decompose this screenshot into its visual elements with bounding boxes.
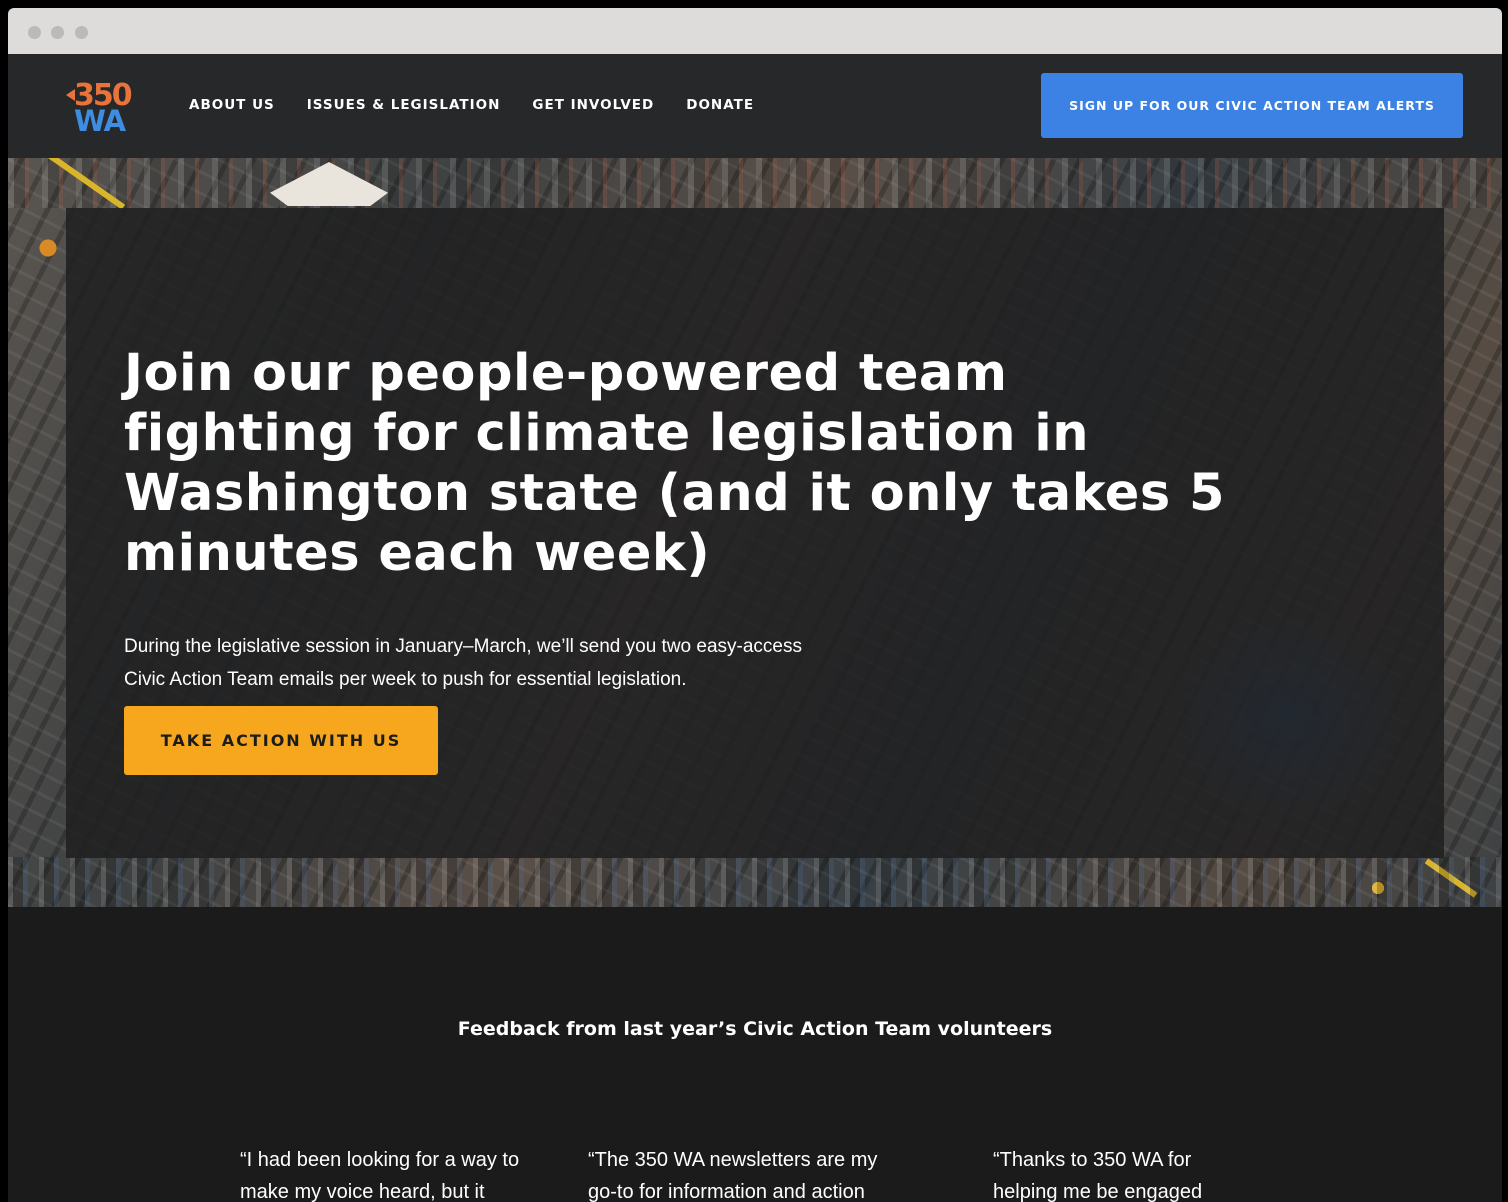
hero-title: Join our people-powered team fighting fo… bbox=[124, 344, 1225, 583]
nav-donate[interactable]: DONATE bbox=[686, 97, 754, 113]
browser-titlebar bbox=[8, 8, 1502, 54]
window-close-dot[interactable] bbox=[28, 26, 41, 39]
logo-state: WA bbox=[74, 104, 126, 138]
hero-overlay-panel: Join our people-powered team fighting fo… bbox=[66, 208, 1444, 858]
hero-description: During the legislative session in Januar… bbox=[124, 636, 802, 690]
hero-section: Join our people-powered team fighting fo… bbox=[8, 158, 1502, 907]
browser-window: 350 WA ABOUT US ISSUES & LEGISLATION GET… bbox=[8, 8, 1502, 1202]
testimonial-quote: “Thanks to 350 WA for helping me be enga… bbox=[993, 1149, 1203, 1202]
feedback-section: Feedback from last year’s Civic Action T… bbox=[8, 907, 1502, 1202]
window-maximize-dot[interactable] bbox=[75, 26, 88, 39]
testimonial-quote: “The 350 WA newsletters are my go-to for… bbox=[588, 1149, 878, 1202]
testimonial-quote: “I had been looking for a way to make my… bbox=[240, 1149, 520, 1202]
take-action-button[interactable]: TAKE ACTION WITH US bbox=[124, 706, 438, 775]
hero-photo-crowd-bottom bbox=[8, 857, 1502, 907]
site-header: 350 WA ABOUT US ISSUES & LEGISLATION GET… bbox=[8, 54, 1502, 158]
nav-get-involved[interactable]: GET INVOLVED bbox=[532, 97, 654, 113]
nav-about-us[interactable]: ABOUT US bbox=[189, 97, 275, 113]
site-logo[interactable]: 350 WA bbox=[66, 78, 140, 138]
window-minimize-dot[interactable] bbox=[51, 26, 64, 39]
nav-issues-legislation[interactable]: ISSUES & LEGISLATION bbox=[307, 97, 501, 113]
hero-photo-crowd-top bbox=[8, 158, 1502, 208]
signup-alerts-button[interactable]: SIGN UP FOR OUR CIVIC ACTION TEAM ALERTS bbox=[1041, 73, 1463, 138]
main-nav: ABOUT US ISSUES & LEGISLATION GET INVOLV… bbox=[189, 97, 754, 113]
feedback-heading: Feedback from last year’s Civic Action T… bbox=[457, 1018, 1053, 1040]
